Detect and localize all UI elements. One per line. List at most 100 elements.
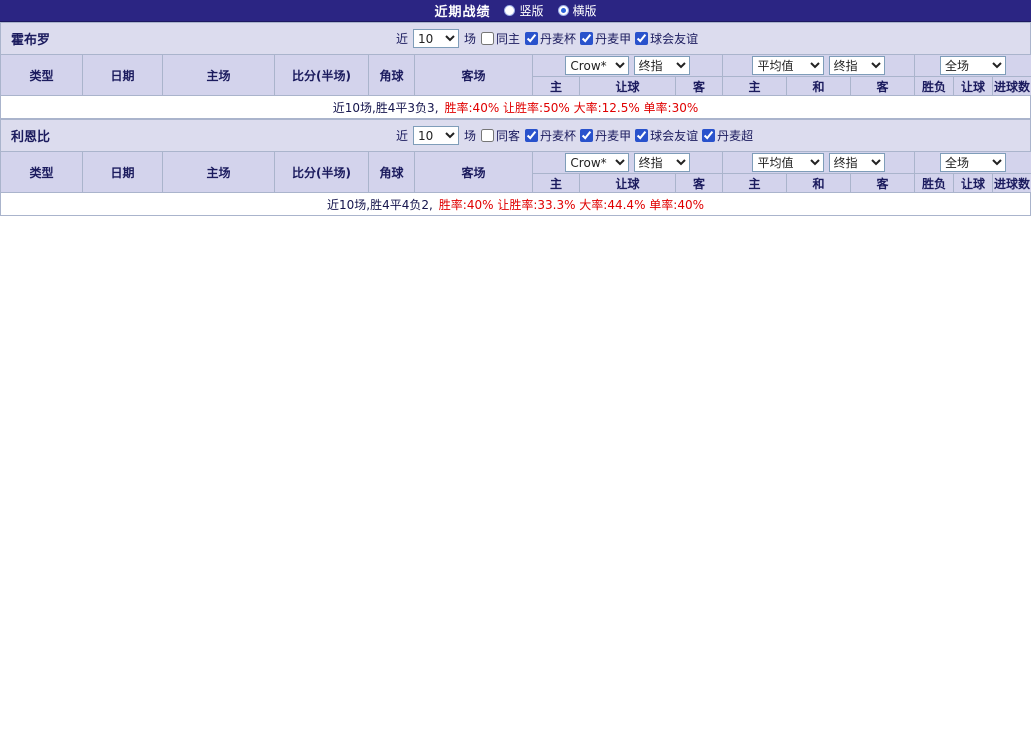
radio-icon (558, 5, 569, 16)
league-checkbox[interactable] (525, 129, 538, 142)
column-header-corners: 角球 (369, 152, 415, 193)
subcol-ah-away: 客 (676, 174, 723, 193)
scope-select[interactable]: 全场 (940, 153, 1006, 172)
league-checkbox[interactable] (635, 32, 648, 45)
section-header-bar: 霍布罗 近 10 场 同主 丹麦杯 丹麦甲 球会友谊 (0, 22, 1031, 54)
header-row-groups: 类型 日期 主场 比分(半场) 角球 客场 Crow* 终指 平均值 终指 全场 (1, 55, 1031, 77)
subcol-ah-line: 让球 (580, 77, 676, 96)
column-header-corners: 角球 (369, 55, 415, 96)
league-label: 球会友谊 (650, 30, 698, 47)
average-select[interactable]: 平均值 (752, 153, 824, 172)
title-bar: 近期战绩 竖版 横版 (0, 0, 1031, 22)
column-header-date: 日期 (83, 152, 163, 193)
league-checkbox[interactable] (525, 32, 538, 45)
same-venue-checkbox[interactable] (481, 129, 494, 142)
league-filter[interactable]: 丹麦杯 (525, 30, 576, 47)
column-header-type: 类型 (1, 55, 83, 96)
table-head: 类型 日期 主场 比分(半场) 角球 客场 Crow* 终指 平均值 终指 全场 (1, 55, 1031, 96)
near-label: 近 (396, 127, 408, 144)
bookmaker-select[interactable]: Crow* (565, 56, 629, 75)
asian-odds-group-header: Crow* 终指 (533, 152, 723, 174)
subcol-eu-draw: 和 (787, 77, 851, 96)
subcol-handicap-result: 让球 (954, 174, 993, 193)
match-count-select[interactable]: 10 (413, 29, 459, 48)
odds-stage-select[interactable]: 终指 (634, 153, 690, 172)
layout-option-vertical[interactable]: 竖版 (504, 2, 543, 19)
league-filters: 丹麦杯 丹麦甲 球会友谊 (525, 30, 700, 47)
league-filter[interactable]: 丹麦超 (702, 127, 753, 144)
euro-odds-group-header: 平均值 终指 (723, 55, 915, 77)
games-label: 场 (464, 127, 476, 144)
results-table: 类型 日期 主场 比分(半场) 角球 客场 Crow* 终指 平均值 终指 全场 (0, 54, 1031, 96)
summary-record: 近10场,胜4平4负2, (327, 196, 433, 213)
league-label: 丹麦杯 (540, 127, 576, 144)
league-label: 丹麦杯 (540, 30, 576, 47)
league-checkbox[interactable] (635, 129, 648, 142)
subcol-ah-line: 让球 (580, 174, 676, 193)
same-venue-filter[interactable]: 同主 (481, 30, 520, 47)
subcol-eu-home: 主 (723, 174, 787, 193)
bookmaker-select[interactable]: Crow* (565, 153, 629, 172)
odds-stage-select-2[interactable]: 终指 (829, 153, 885, 172)
league-label: 丹麦甲 (595, 127, 631, 144)
column-header-home: 主场 (163, 152, 275, 193)
average-select[interactable]: 平均值 (752, 56, 824, 75)
column-header-home: 主场 (163, 55, 275, 96)
subcol-eu-away: 客 (851, 77, 915, 96)
games-label: 场 (464, 30, 476, 47)
scope-group-header: 全场 (915, 152, 1031, 174)
summary-record: 近10场,胜4平3负3, (333, 99, 439, 116)
column-header-date: 日期 (83, 55, 163, 96)
match-count-select[interactable]: 10 (413, 126, 459, 145)
column-header-away: 客场 (415, 152, 533, 193)
league-filter[interactable]: 球会友谊 (635, 127, 698, 144)
column-header-type: 类型 (1, 152, 83, 193)
subcol-eu-away: 客 (851, 174, 915, 193)
page-title: 近期战绩 (434, 1, 490, 20)
summary-rates: 胜率:40% 让胜率:33.3% 大率:44.4% 单率:40% (439, 196, 704, 213)
league-filter[interactable]: 丹麦杯 (525, 127, 576, 144)
league-filter[interactable]: 丹麦甲 (580, 127, 631, 144)
team-name: 利恩比 (1, 126, 396, 145)
layout-option-horizontal[interactable]: 横版 (558, 2, 597, 19)
league-filter[interactable]: 球会友谊 (635, 30, 698, 47)
table-head: 类型 日期 主场 比分(半场) 角球 客场 Crow* 终指 平均值 终指 全场 (1, 152, 1031, 193)
league-label: 丹麦甲 (595, 30, 631, 47)
summary-line: 近10场,胜4平4负2, 胜率:40% 让胜率:33.3% 大率:44.4% 单… (0, 193, 1031, 216)
scope-group-header: 全场 (915, 55, 1031, 77)
scope-select[interactable]: 全场 (940, 56, 1006, 75)
radio-icon (504, 5, 515, 16)
header-row-groups: 类型 日期 主场 比分(半场) 角球 客场 Crow* 终指 平均值 终指 全场 (1, 152, 1031, 174)
same-venue-label: 同主 (496, 30, 520, 47)
team-name: 霍布罗 (1, 29, 396, 48)
near-label: 近 (396, 30, 408, 47)
euro-odds-group-header: 平均值 终指 (723, 152, 915, 174)
subcol-goals: 进球数 (993, 174, 1031, 193)
summary-rates: 胜率:40% 让胜率:50% 大率:12.5% 单率:30% (445, 99, 699, 116)
league-filters: 丹麦杯 丹麦甲球会友谊 丹麦超 (525, 127, 755, 144)
subcol-eu-draw: 和 (787, 174, 851, 193)
same-venue-checkbox[interactable] (481, 32, 494, 45)
subcol-eu-home: 主 (723, 77, 787, 96)
team-section-2: 利恩比 近 10 场 同客 丹麦杯 丹麦甲球会友谊 丹麦超 类型 日期 主场 比分(… (0, 119, 1031, 216)
league-filter[interactable]: 丹麦甲 (580, 30, 631, 47)
team-section-1: 霍布罗 近 10 场 同主 丹麦杯丹麦甲球会友谊 类型 日期 主场 比分(半场) (0, 22, 1031, 119)
odds-stage-select-2[interactable]: 终指 (829, 56, 885, 75)
summary-line: 近10场,胜4平3负3, 胜率:40% 让胜率:50% 大率:12.5% 单率:… (0, 96, 1031, 119)
subcol-goals: 进球数 (993, 77, 1031, 96)
league-checkbox[interactable] (580, 129, 593, 142)
subcol-result: 胜负 (915, 174, 954, 193)
league-checkbox[interactable] (580, 32, 593, 45)
league-checkbox[interactable] (702, 129, 715, 142)
odds-stage-select[interactable]: 终指 (634, 56, 690, 75)
column-header-score: 比分(半场) (275, 152, 369, 193)
filters-bar: 近 10 场 同主 丹麦杯 丹麦甲 球会友谊 (396, 29, 700, 48)
column-header-away: 客场 (415, 55, 533, 96)
same-venue-label: 同客 (496, 127, 520, 144)
subcol-handicap-result: 让球 (954, 77, 993, 96)
league-label: 丹麦超 (717, 127, 753, 144)
subcol-result: 胜负 (915, 77, 954, 96)
radio-label: 竖版 (519, 2, 543, 19)
same-venue-filter[interactable]: 同客 (481, 127, 520, 144)
radio-label: 横版 (573, 2, 597, 19)
